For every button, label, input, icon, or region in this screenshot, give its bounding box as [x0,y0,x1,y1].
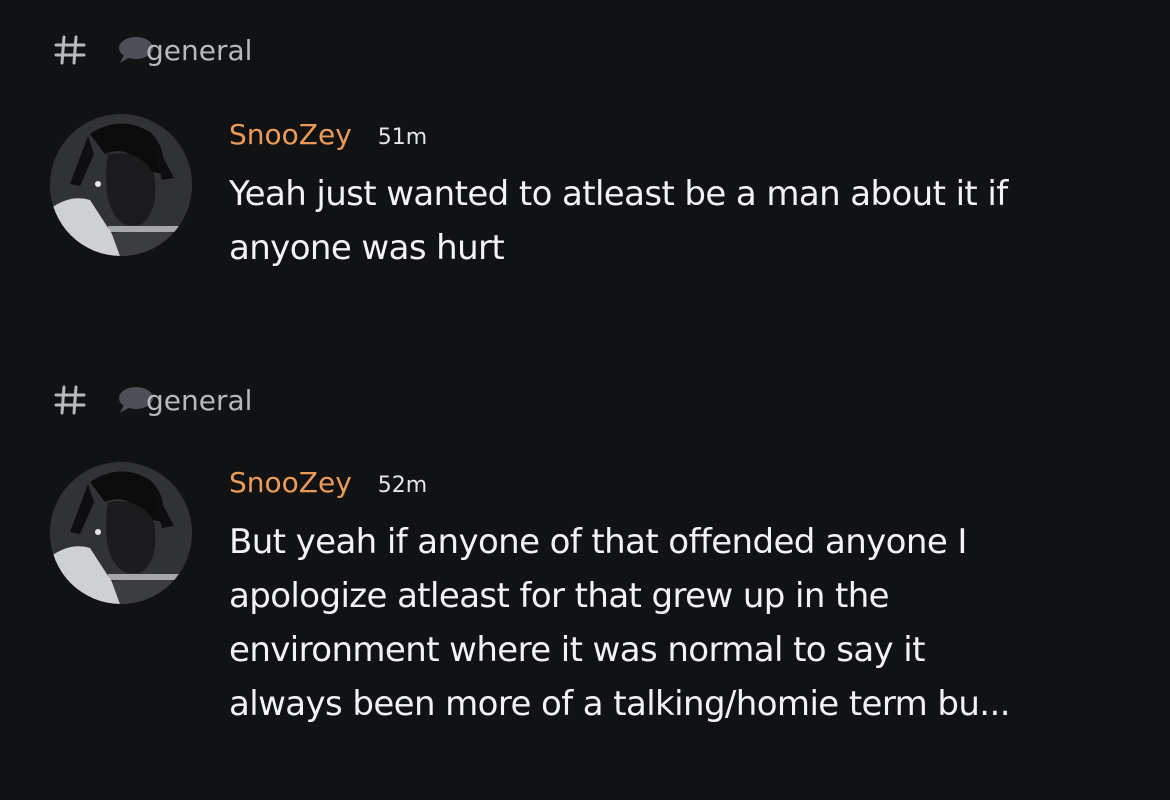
message-text[interactable]: But yeah if anyone of that offended anyo… [229,515,1109,731]
username[interactable]: SnooZey [229,118,352,151]
message-header: SnooZey 52m [229,466,427,508]
channel-header[interactable]: general [50,380,252,420]
channel-header[interactable]: general [50,30,252,70]
timestamp: 52m [377,473,428,498]
timestamp: 51m [377,125,428,150]
channel-name[interactable]: general [146,34,252,67]
message-header: SnooZey 51m [229,118,427,160]
search-result-2[interactable]: general SnooZey 52m But yeah if anyone o… [0,348,1170,768]
message-text[interactable]: Yeah just wanted to atleast be a man abo… [229,167,1109,275]
username[interactable]: SnooZey [229,466,352,499]
avatar[interactable] [50,114,192,256]
avatar[interactable] [50,462,192,604]
hash-icon [50,380,90,420]
hash-icon [50,30,90,70]
channel-name[interactable]: general [146,384,252,417]
search-result-1[interactable]: general SnooZey 51m Yeah just wanted to … [0,0,1170,320]
